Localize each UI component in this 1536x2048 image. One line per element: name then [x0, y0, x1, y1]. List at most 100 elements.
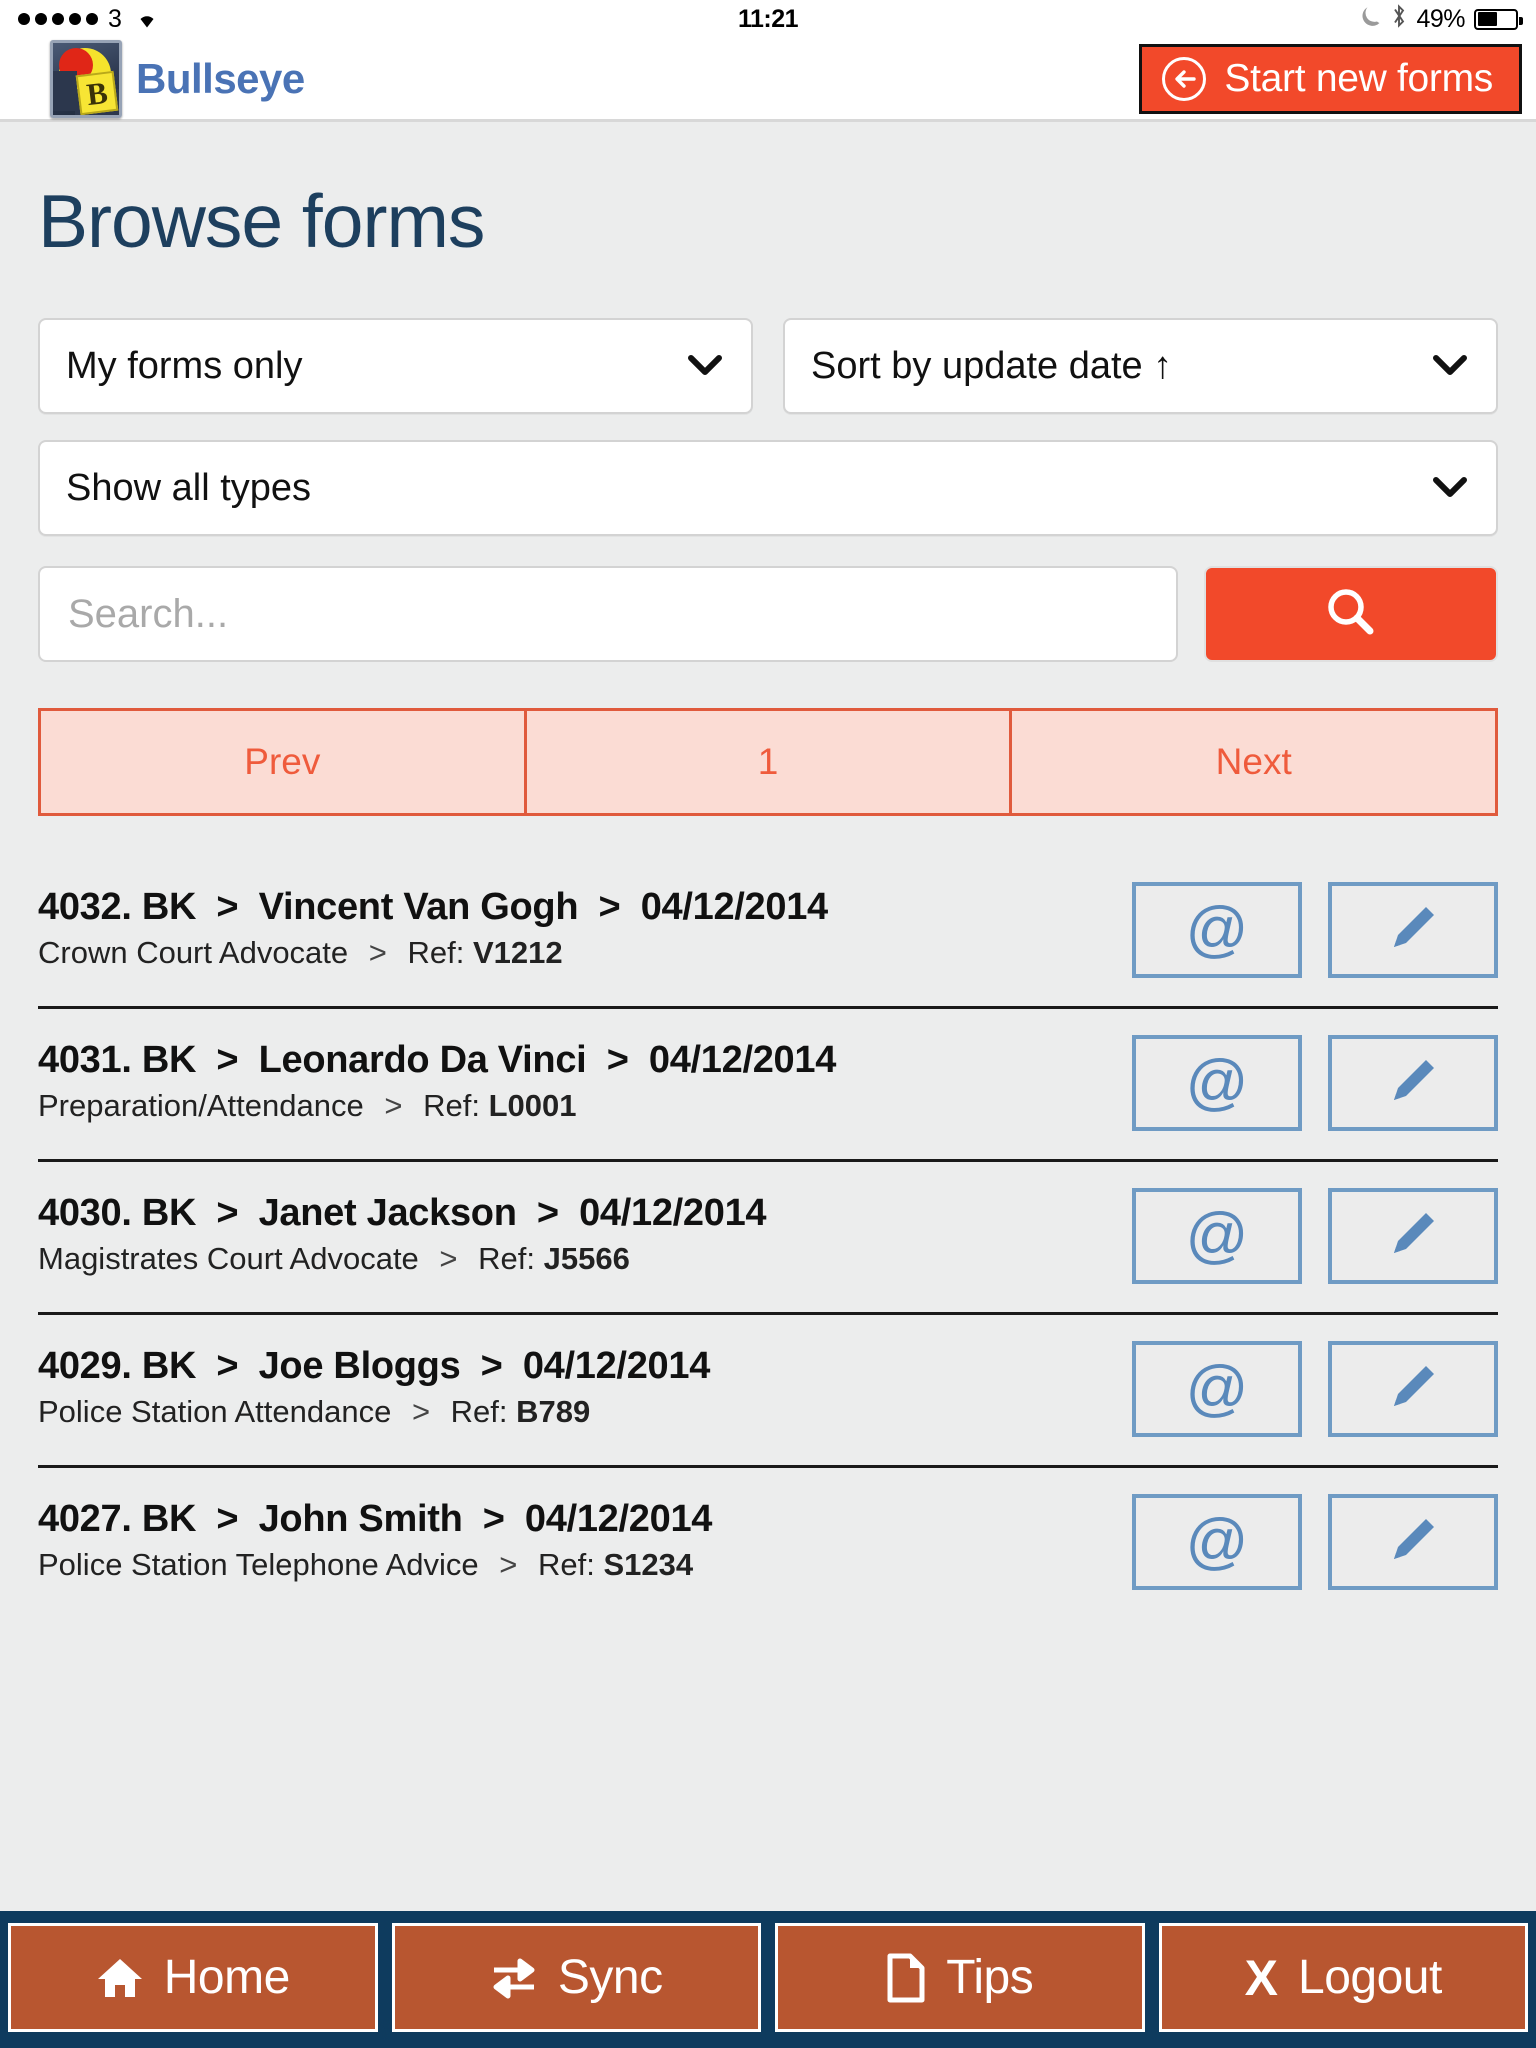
chevron-down-icon — [685, 345, 725, 388]
owner-filter-value: My forms only — [66, 344, 303, 387]
nav-sync-label: Sync — [557, 1951, 663, 2004]
brand-name-label: Bullseye — [136, 54, 305, 102]
app-window: 3 11:21 49% B Bullseye Start new forms B… — [0, 0, 1536, 2048]
table-row[interactable]: 4031. BK > Leonardo Da Vinci > 04/12/201… — [38, 1035, 1498, 1162]
document-icon — [886, 1953, 926, 2003]
sort-filter-select[interactable]: Sort by update date ↑ — [783, 318, 1498, 414]
form-ref-label: Ref: — [450, 1394, 508, 1429]
app-header: B Bullseye Start new forms — [0, 38, 1536, 122]
form-row-heading: 4031. BK > Leonardo Da Vinci > 04/12/201… — [38, 1039, 1132, 1082]
form-row-actions: @ — [1132, 882, 1498, 978]
table-row[interactable]: 4032. BK > Vincent Van Gogh > 04/12/2014… — [38, 882, 1498, 1009]
pagination-next-button[interactable]: Next — [1009, 711, 1496, 813]
search-submit-button[interactable] — [1204, 566, 1498, 662]
table-row[interactable]: 4030. BK > Janet Jackson > 04/12/2014 Ma… — [38, 1188, 1498, 1315]
form-date: 04/12/2014 — [522, 1345, 711, 1387]
forms-list: 4032. BK > Vincent Van Gogh > 04/12/2014… — [38, 882, 1498, 1618]
form-ref-label: Ref: — [538, 1547, 595, 1582]
form-row-heading: 4030. BK > Janet Jackson > 04/12/2014 — [38, 1192, 1132, 1235]
form-initials: BK — [141, 1498, 197, 1540]
pencil-icon — [1382, 1203, 1444, 1270]
pagination-page-1-button[interactable]: 1 — [523, 711, 1010, 813]
separator-icon: > — [216, 1498, 239, 1540]
email-form-button[interactable]: @ — [1132, 1341, 1302, 1437]
separator-icon: > — [368, 935, 387, 970]
logo-letter: B — [75, 70, 119, 115]
sync-arrows-icon — [490, 1956, 538, 2000]
nav-logout-label: Logout — [1298, 1951, 1442, 2004]
ios-status-bar: 3 11:21 49% — [0, 0, 1536, 38]
form-row-text: 4029. BK > Joe Bloggs > 04/12/2014 Polic… — [38, 1341, 1132, 1430]
email-form-button[interactable]: @ — [1132, 1494, 1302, 1590]
form-row-text: 4030. BK > Janet Jackson > 04/12/2014 Ma… — [38, 1188, 1132, 1277]
form-row-actions: @ — [1132, 1035, 1498, 1131]
form-client-name: Joe Bloggs — [258, 1345, 461, 1387]
type-filter-select[interactable]: Show all types — [38, 440, 1498, 536]
search-row — [38, 566, 1498, 662]
form-ref-value: V1212 — [473, 935, 563, 970]
nav-tips-button[interactable]: Tips — [775, 1923, 1145, 2032]
start-new-forms-button[interactable]: Start new forms — [1139, 43, 1522, 114]
email-form-button[interactable]: @ — [1132, 1035, 1302, 1131]
form-initials: BK — [141, 1345, 197, 1387]
x-icon: X — [1244, 1949, 1279, 2006]
email-form-button[interactable]: @ — [1132, 1188, 1302, 1284]
nav-sync-button[interactable]: Sync — [391, 1923, 761, 2032]
page-title: Browse forms — [38, 179, 485, 263]
home-icon — [96, 1955, 144, 2001]
form-date: 04/12/2014 — [579, 1192, 767, 1234]
pencil-icon — [1382, 1356, 1444, 1423]
form-ref-label: Ref: — [478, 1241, 536, 1276]
form-initials: BK — [141, 1192, 197, 1234]
nav-home-button[interactable]: Home — [8, 1923, 378, 2032]
form-row-subheading: Magistrates Court Advocate > Ref: J5566 — [38, 1241, 1132, 1277]
form-ref-value: B789 — [516, 1394, 591, 1429]
nav-logout-button[interactable]: X Logout — [1158, 1923, 1528, 2032]
separator-icon: > — [482, 1498, 505, 1540]
edit-form-button[interactable] — [1328, 882, 1498, 978]
table-row[interactable]: 4027. BK > John Smith > 04/12/2014 Polic… — [38, 1494, 1498, 1618]
owner-filter-select[interactable]: My forms only — [38, 318, 753, 414]
at-icon: @ — [1185, 1354, 1249, 1423]
nav-tips-label: Tips — [946, 1951, 1034, 2004]
pagination-prev-button[interactable]: Prev — [41, 711, 524, 813]
edit-form-button[interactable] — [1328, 1035, 1498, 1131]
separator-icon: > — [216, 1039, 239, 1081]
nav-home-label: Home — [163, 1951, 291, 2004]
form-ref-label: Ref: — [423, 1088, 480, 1123]
form-row-subheading: Crown Court Advocate > Ref: V1212 — [38, 935, 1132, 971]
form-type: Police Station Telephone Advice — [38, 1547, 479, 1582]
at-icon: @ — [1185, 895, 1249, 964]
at-icon: @ — [1185, 1507, 1249, 1576]
brand-logo-group: B Bullseye — [50, 39, 305, 118]
form-type: Magistrates Court Advocate — [38, 1241, 419, 1276]
start-new-forms-label: Start new forms — [1224, 56, 1493, 100]
bullseye-logo-icon: B — [50, 39, 122, 118]
edit-form-button[interactable] — [1328, 1341, 1498, 1437]
at-icon: @ — [1185, 1201, 1249, 1270]
form-ref-value: L0001 — [488, 1088, 577, 1123]
search-input[interactable] — [38, 566, 1178, 662]
pencil-icon — [1382, 1509, 1444, 1576]
page-content: Browse forms My forms only Sort by updat… — [0, 122, 1536, 1911]
email-form-button[interactable]: @ — [1132, 882, 1302, 978]
separator-icon: > — [216, 1345, 239, 1387]
pagination-bar: Prev 1 Next — [38, 708, 1498, 816]
separator-icon: > — [216, 1192, 239, 1234]
edit-form-button[interactable] — [1328, 1494, 1498, 1590]
filter-row-primary: My forms only Sort by update date ↑ — [38, 318, 1498, 414]
form-client-name: Leonardo Da Vinci — [258, 1039, 587, 1081]
separator-icon: > — [598, 886, 621, 928]
form-client-name: John Smith — [258, 1498, 463, 1540]
pencil-icon — [1382, 897, 1444, 964]
form-id: 4030. — [38, 1192, 132, 1234]
form-row-subheading: Police Station Telephone Advice > Ref: S… — [38, 1547, 1132, 1583]
form-row-heading: 4032. BK > Vincent Van Gogh > 04/12/2014 — [38, 886, 1132, 929]
table-row[interactable]: 4029. BK > Joe Bloggs > 04/12/2014 Polic… — [38, 1341, 1498, 1468]
form-ref-value: S1234 — [603, 1547, 694, 1582]
form-row-heading: 4029. BK > Joe Bloggs > 04/12/2014 — [38, 1345, 1132, 1388]
edit-form-button[interactable] — [1328, 1188, 1498, 1284]
form-row-actions: @ — [1132, 1341, 1498, 1437]
form-date: 04/12/2014 — [524, 1498, 713, 1540]
form-id: 4032. — [38, 886, 132, 928]
